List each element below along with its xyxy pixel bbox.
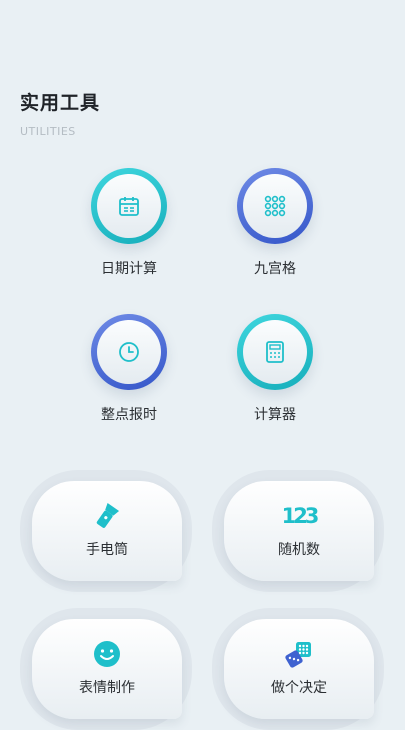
calculator-label: 计算器: [254, 407, 296, 423]
calculator-icon: [266, 341, 284, 363]
date-calc-tool[interactable]: 日期计算: [74, 168, 184, 278]
smiley-icon: [94, 641, 120, 667]
page-header: 实用工具 UTILITIES: [20, 88, 100, 138]
nine-grid-tool[interactable]: 九宫格: [220, 168, 330, 278]
hourly-chime-tool[interactable]: 整点报时: [74, 314, 184, 424]
emoji-maker-card[interactable]: 表情制作: [32, 619, 182, 719]
flashlight-card[interactable]: 手电筒: [32, 481, 182, 581]
date-calc-ring: [91, 168, 167, 244]
dice-icon: [285, 642, 311, 668]
calculator-ring: [237, 314, 313, 390]
page-title: 实用工具: [20, 92, 101, 114]
decision-card-frame: 做个决定: [212, 608, 384, 730]
decision-card[interactable]: 做个决定: [224, 619, 374, 719]
random-number-card[interactable]: 123 随机数: [224, 481, 374, 581]
date-calc-label: 日期计算: [101, 261, 157, 277]
emoji-maker-card-frame: 表情制作: [20, 608, 192, 730]
random-number-card-frame: 123 随机数: [212, 470, 384, 592]
page-subtitle: UTILITIES: [20, 125, 76, 138]
hourly-chime-label: 整点报时: [101, 407, 157, 423]
flashlight-card-frame: 手电筒: [20, 470, 192, 592]
random-number-icon: 123: [281, 504, 320, 528]
flashlight-label: 手电筒: [86, 542, 128, 558]
random-number-label: 随机数: [278, 542, 320, 558]
calendar-icon: [119, 197, 139, 216]
clock-icon: [119, 342, 139, 362]
grid-icon: [264, 195, 286, 217]
flashlight-icon: [96, 502, 120, 528]
nine-grid-label: 九宫格: [254, 261, 296, 277]
emoji-maker-label: 表情制作: [79, 680, 135, 696]
nine-grid-ring: [237, 168, 313, 244]
calculator-tool[interactable]: 计算器: [220, 314, 330, 424]
hourly-chime-ring: [91, 314, 167, 390]
decision-label: 做个决定: [271, 680, 327, 696]
